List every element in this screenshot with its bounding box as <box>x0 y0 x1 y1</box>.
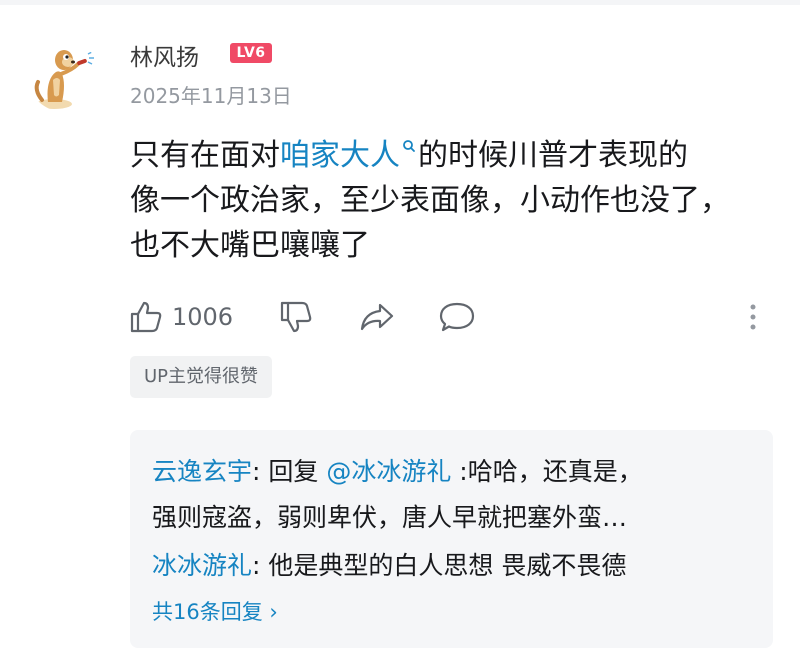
reply-text: :哈哈，还真是， <box>451 457 643 486</box>
content-line-3: 也不大嘴巴嚷嚷了 <box>130 228 370 263</box>
content-text: 只有在面对 <box>130 138 280 173</box>
share-icon <box>360 303 394 331</box>
reply-author[interactable]: 冰冰游礼 <box>152 551 252 580</box>
reply-colon: : <box>252 457 269 486</box>
replies-preview[interactable]: 云逸玄宇: 回复 @冰冰游礼 :哈哈，还真是， 强则寇盗，弱则卑伏，唐人早就把塞… <box>130 430 773 648</box>
comment-actions: 1006 <box>128 296 778 338</box>
meerkat-avatar-icon <box>34 50 94 109</box>
more-icon <box>750 304 756 330</box>
dislike-button[interactable] <box>278 296 314 338</box>
level-badge: LV6 <box>230 43 272 63</box>
username[interactable]: 林风扬 <box>130 38 199 72</box>
comment-icon <box>439 302 475 332</box>
reply-1-line-1: 云逸玄宇: 回复 @冰冰游礼 :哈哈，还真是， <box>152 452 643 488</box>
reply-colon: : <box>252 551 269 580</box>
reply-author[interactable]: 云逸玄宇 <box>152 457 252 486</box>
comment-content: 只有在面对咱家大人 的时候川普才表现的 像一个政治家，至少表面像，小动作也没了， … <box>130 133 780 268</box>
reply-2: 冰冰游礼: 他是典型的白人思想 畏威不畏德 <box>152 546 626 582</box>
more-options-button[interactable] <box>746 296 760 338</box>
like-count: 1006 <box>172 303 234 331</box>
content-line-2: 像一个政治家，至少表面像，小动作也没了， <box>130 183 730 218</box>
more-replies-link[interactable]: 共16条回复 › <box>152 596 278 626</box>
comment-date: 2025年11月13日 <box>130 84 292 108</box>
search-icon[interactable] <box>400 133 418 163</box>
share-button[interactable] <box>358 296 396 338</box>
content-text: 的时候川普才表现的 <box>418 138 688 173</box>
top-divider <box>0 0 800 5</box>
reply-button[interactable] <box>438 296 476 338</box>
content-line-1: 只有在面对咱家大人 的时候川普才表现的 <box>130 133 780 178</box>
reply-1-line-2: 强则寇盗，弱则卑伏，唐人早就把塞外蛮… <box>152 503 628 532</box>
up-praise-tag: UP主觉得很赞 <box>130 356 273 398</box>
reply-mention[interactable]: @冰冰游礼 <box>326 457 451 486</box>
like-button[interactable]: 1006 <box>128 296 233 338</box>
thumbs-up-icon <box>130 301 162 333</box>
thumbs-down-icon <box>280 301 312 333</box>
reply-word: 回复 <box>268 457 327 486</box>
reply-text: 他是典型的白人思想 畏威不畏德 <box>268 551 627 580</box>
keyword-link[interactable]: 咱家大人 <box>280 138 400 173</box>
user-avatar[interactable] <box>28 40 100 112</box>
